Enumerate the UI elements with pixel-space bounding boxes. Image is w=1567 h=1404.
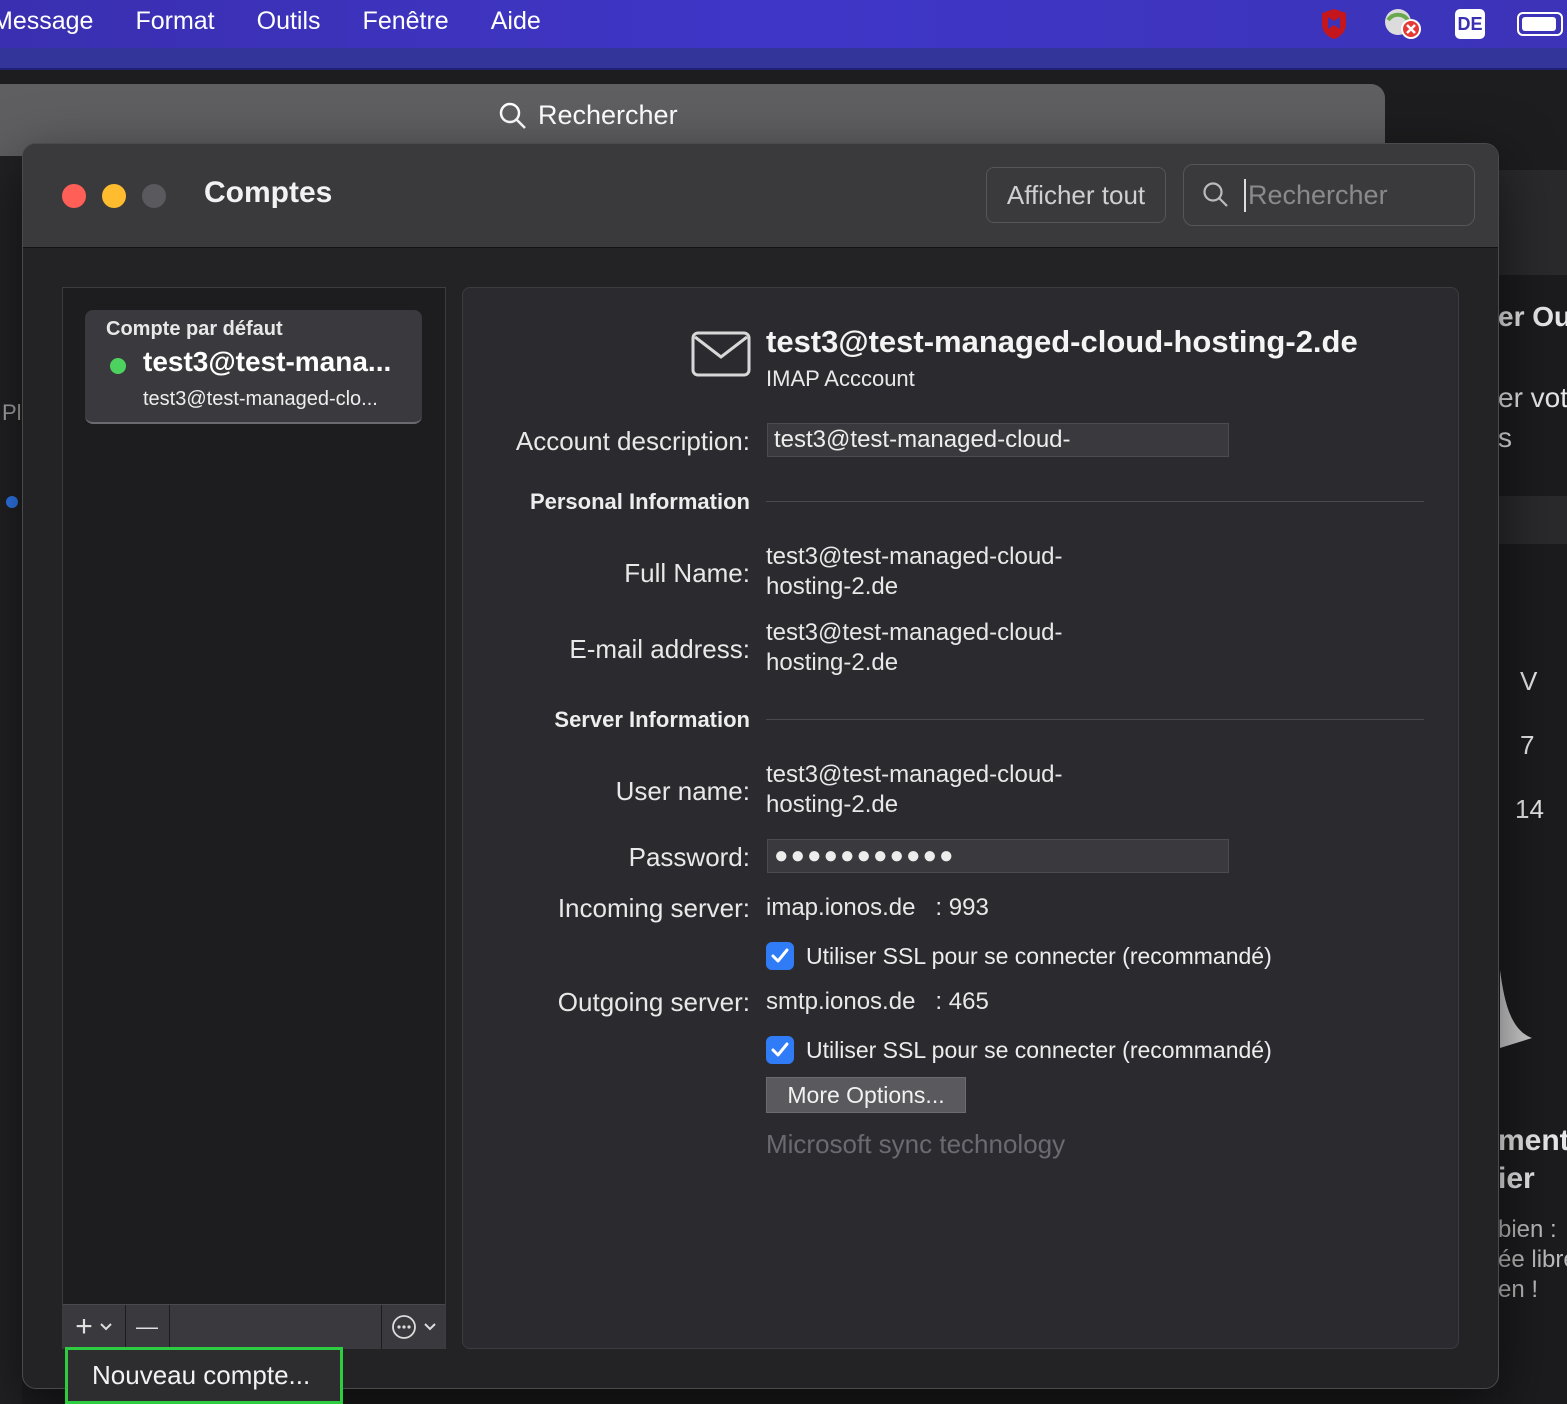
menu-fenetre[interactable]: Fenêtre (363, 7, 449, 36)
background-fragment: ier (1498, 1162, 1535, 1195)
description-field[interactable] (767, 423, 1229, 457)
account-type: IMAP Acccount (766, 366, 915, 391)
unread-dot (6, 496, 18, 508)
sync-technology-note: Microsoft sync technology (766, 1129, 1066, 1159)
show-all-button[interactable]: Afficher tout (986, 167, 1166, 223)
battery-icon[interactable] (1517, 12, 1567, 36)
preferences-search[interactable] (1183, 164, 1475, 226)
mcafee-shield-icon[interactable] (1319, 7, 1349, 41)
background-illustration (1500, 970, 1532, 1048)
close-window-button[interactable] (62, 184, 86, 208)
menu-outils[interactable]: Outils (257, 7, 321, 36)
incoming-server-label: Incoming server: (557, 893, 750, 923)
account-section-header: Compte par défaut (106, 318, 283, 340)
minimize-window-button[interactable] (102, 184, 126, 208)
search-icon (1203, 182, 1228, 207)
chevron-down-icon (100, 1323, 112, 1331)
username-value: test3@test-managed-cloud- hosting-2.de (766, 761, 1063, 818)
background-search[interactable]: Rechercher (498, 100, 678, 131)
checkmark-icon (771, 1042, 789, 1057)
background-fragment: ment (1498, 1124, 1567, 1157)
background-fragment: en ! (1498, 1276, 1539, 1303)
window-title: Comptes (204, 176, 333, 209)
account-list-item[interactable]: Compte par défaut test3@test-mana... tes… (85, 310, 422, 424)
background-search-label: Rechercher (538, 100, 678, 130)
window-titlebar: Comptes Afficher tout (23, 144, 1498, 248)
keyboard-layout-icon[interactable]: DE (1455, 9, 1485, 39)
section-divider (766, 719, 1424, 720)
outgoing-server-label: Outgoing server: (557, 987, 750, 1017)
accounts-sidebar: Compte par défaut test3@test-mana... tes… (62, 287, 446, 1349)
add-account-button[interactable]: + (63, 1305, 126, 1349)
account-details-panel: test3@test-managed-cloud-hosting-2.de IM… (462, 287, 1459, 1349)
zoom-window-button (142, 184, 166, 208)
outgoing-ssl-option[interactable]: Utiliser SSL pour se connecter (recomman… (766, 1036, 1272, 1064)
background-fragment: V (1520, 666, 1538, 696)
personal-info-heading: Personal Information (529, 489, 750, 514)
outgoing-ssl-checkbox[interactable] (766, 1036, 794, 1064)
more-options-icon (392, 1315, 416, 1339)
background-fragment: ée libre (1498, 1246, 1567, 1273)
email-label: E-mail address: (569, 634, 750, 664)
menu-aide[interactable]: Aide (491, 7, 541, 36)
vpn-disconnected-icon[interactable] (1381, 7, 1423, 41)
description-label: Account description: (515, 426, 750, 456)
sidebar-toolbar: + — (63, 1304, 445, 1349)
background-fragment: er vot (1498, 382, 1567, 413)
incoming-ssl-checkbox[interactable] (766, 942, 794, 970)
account-name: test3@test-mana... (143, 346, 392, 377)
chevron-down-icon (424, 1323, 436, 1331)
search-input[interactable] (1244, 178, 1470, 212)
remove-account-button[interactable]: — (125, 1305, 170, 1349)
account-title: test3@test-managed-cloud-hosting-2.de (766, 324, 1358, 359)
background-fragment: bien : (1498, 1216, 1557, 1243)
email-value: test3@test-managed-cloud- hosting-2.de (766, 619, 1063, 676)
menu-message[interactable]: Message (0, 7, 93, 36)
more-options-button[interactable]: More Options... (766, 1077, 966, 1113)
background-fragment: er Out (1498, 301, 1567, 332)
background-right-panel: er Out er vot s V 7 14 ment ier bien : é… (1498, 170, 1567, 1404)
password-field[interactable] (767, 839, 1229, 873)
account-actions-button[interactable] (381, 1305, 446, 1349)
full-name-label: Full Name: (624, 558, 750, 588)
incoming-server-value: imap.ionos.de : 993 (766, 894, 989, 921)
incoming-ssl-option[interactable]: Utiliser SSL pour se connecter (recomman… (766, 942, 1272, 970)
search-icon (499, 102, 526, 129)
background-fragment: s (1498, 422, 1512, 453)
menu-format[interactable]: Format (135, 7, 214, 36)
menu-bar-shadow (0, 48, 1567, 70)
checkmark-icon (771, 948, 789, 963)
background-fragment: Pl (2, 400, 22, 425)
account-subtitle: test3@test-managed-clo... (143, 388, 378, 410)
server-info-heading: Server Information (554, 707, 750, 732)
password-label: Password: (628, 842, 750, 872)
new-account-menu-item[interactable]: Nouveau compte... (65, 1347, 343, 1404)
background-fragment: 7 (1520, 730, 1535, 760)
accounts-window: Comptes Afficher tout Compte par défaut … (22, 143, 1499, 1389)
background-fragment: 14 (1515, 794, 1544, 824)
account-status-dot (110, 358, 126, 374)
full-name-value: test3@test-managed-cloud- hosting-2.de (766, 543, 1063, 600)
outgoing-server-value: smtp.ionos.de : 465 (766, 988, 989, 1015)
username-label: User name: (615, 776, 750, 806)
menu-bar: Message Format Outils Fenêtre Aide DE (0, 0, 1567, 48)
envelope-icon (691, 331, 751, 377)
background-left-edge: Pl (0, 156, 22, 1404)
section-divider (766, 501, 1424, 502)
